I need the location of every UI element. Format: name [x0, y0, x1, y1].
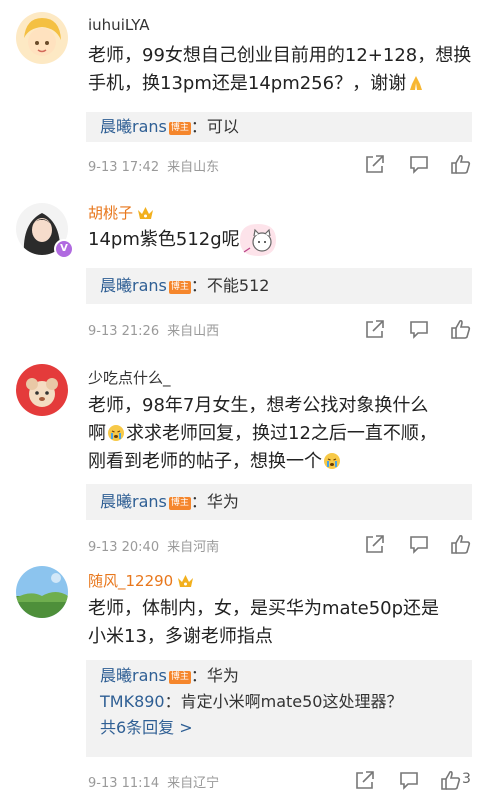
reply-line: 晨曦rans 博主 ：华为 [86, 663, 472, 689]
reply-box[interactable]: 晨曦rans 博主 ：华为 [86, 484, 472, 520]
reply-text: ：肯定小米啊mate50这处理器？ [164, 692, 403, 711]
like-icon[interactable] [450, 153, 474, 177]
more-replies-link[interactable]: 共6条回复 > [86, 715, 472, 741]
comment-meta: 9-13 21:26 来自山西 [88, 320, 219, 339]
share-icon[interactable] [364, 533, 388, 557]
share-icon[interactable] [364, 318, 388, 342]
author-badge: 博主 [168, 671, 191, 684]
pray-emoji [410, 76, 423, 90]
comment-icon[interactable] [408, 153, 432, 177]
reply-text: ：华为 [190, 492, 239, 511]
avatar[interactable] [16, 566, 68, 618]
comment-text: 老师，99女想自己创业目前用的12+128，想换手机，换13pm还是14pm25… [88, 45, 472, 94]
crown-icon [178, 575, 194, 587]
location: 来自辽宁 [167, 776, 220, 791]
avatar[interactable] [16, 12, 68, 64]
crown-icon [138, 207, 154, 219]
reply-author[interactable]: 晨曦rans [100, 666, 167, 685]
reply-box[interactable]: 晨曦rans 博主 ：不能512 [86, 268, 472, 304]
like-icon[interactable] [450, 318, 474, 342]
comment-icon[interactable] [408, 533, 432, 557]
reply-text: ：不能512 [190, 276, 270, 295]
share-icon[interactable] [354, 769, 378, 793]
timestamp: 9-13 21:26 [88, 324, 160, 339]
avatar[interactable] [16, 364, 68, 416]
location: 来自山西 [167, 324, 220, 339]
username[interactable]: 少吃点什么_ [88, 367, 171, 388]
comment-text: 老师，体制内，女，是买华为mate50p还是 小米13，多谢老师指点 [88, 598, 440, 647]
timestamp: 9-13 11:14 [88, 776, 160, 791]
reply-box[interactable]: 晨曦rans 博主 ：华为 TMK890：肯定小米啊mate50这处理器？ 共6条回… [86, 660, 472, 757]
reply-box[interactable]: 晨曦rans 博主 ：可以 [86, 112, 472, 142]
timestamp: 9-13 17:42 [88, 160, 160, 175]
reply-text: ：华为 [190, 666, 239, 685]
comment-icon[interactable] [408, 318, 432, 342]
reply-author[interactable]: TMK890 [100, 692, 165, 711]
like-count: 3 [462, 771, 471, 787]
comment-text: 老师，98年7月女生，想考公找对象换什么 啊求求老师回复，换过12之后一直不顺，… [88, 395, 437, 472]
reply-author[interactable]: 晨曦rans [100, 492, 167, 511]
comment-text: 14pm紫色512g呢 [88, 229, 240, 250]
author-badge: 博主 [168, 122, 191, 135]
username[interactable]: iuhuiLYA [88, 16, 149, 34]
location: 来自山东 [167, 160, 220, 175]
comment-icon[interactable] [398, 769, 422, 793]
comment-meta: 9-13 20:40 来自河南 [88, 536, 219, 555]
comment-meta: 9-13 17:42 来自山东 [88, 156, 219, 175]
username[interactable]: 胡桃子 [88, 202, 154, 223]
cat-sticker [240, 224, 276, 256]
author-badge: 博主 [168, 281, 191, 294]
comment-meta: 9-13 11:14 来自辽宁 [88, 772, 219, 791]
cry-emoji [108, 425, 124, 441]
cry-emoji [324, 453, 340, 469]
reply-text: ：可以 [190, 117, 239, 136]
username[interactable]: 随风_12290 [88, 570, 194, 591]
verified-badge-icon: V [54, 239, 74, 259]
comment-actions: 3 [356, 769, 479, 793]
author-badge: 博主 [168, 497, 191, 510]
reply-author[interactable]: 晨曦rans [100, 276, 167, 295]
share-icon[interactable] [364, 153, 388, 177]
like-icon[interactable] [440, 769, 464, 793]
like-icon[interactable] [450, 533, 474, 557]
timestamp: 9-13 20:40 [88, 540, 160, 555]
location: 来自河南 [167, 540, 220, 555]
reply-line: TMK890：肯定小米啊mate50这处理器？ [86, 689, 472, 715]
reply-author[interactable]: 晨曦rans [100, 117, 167, 136]
